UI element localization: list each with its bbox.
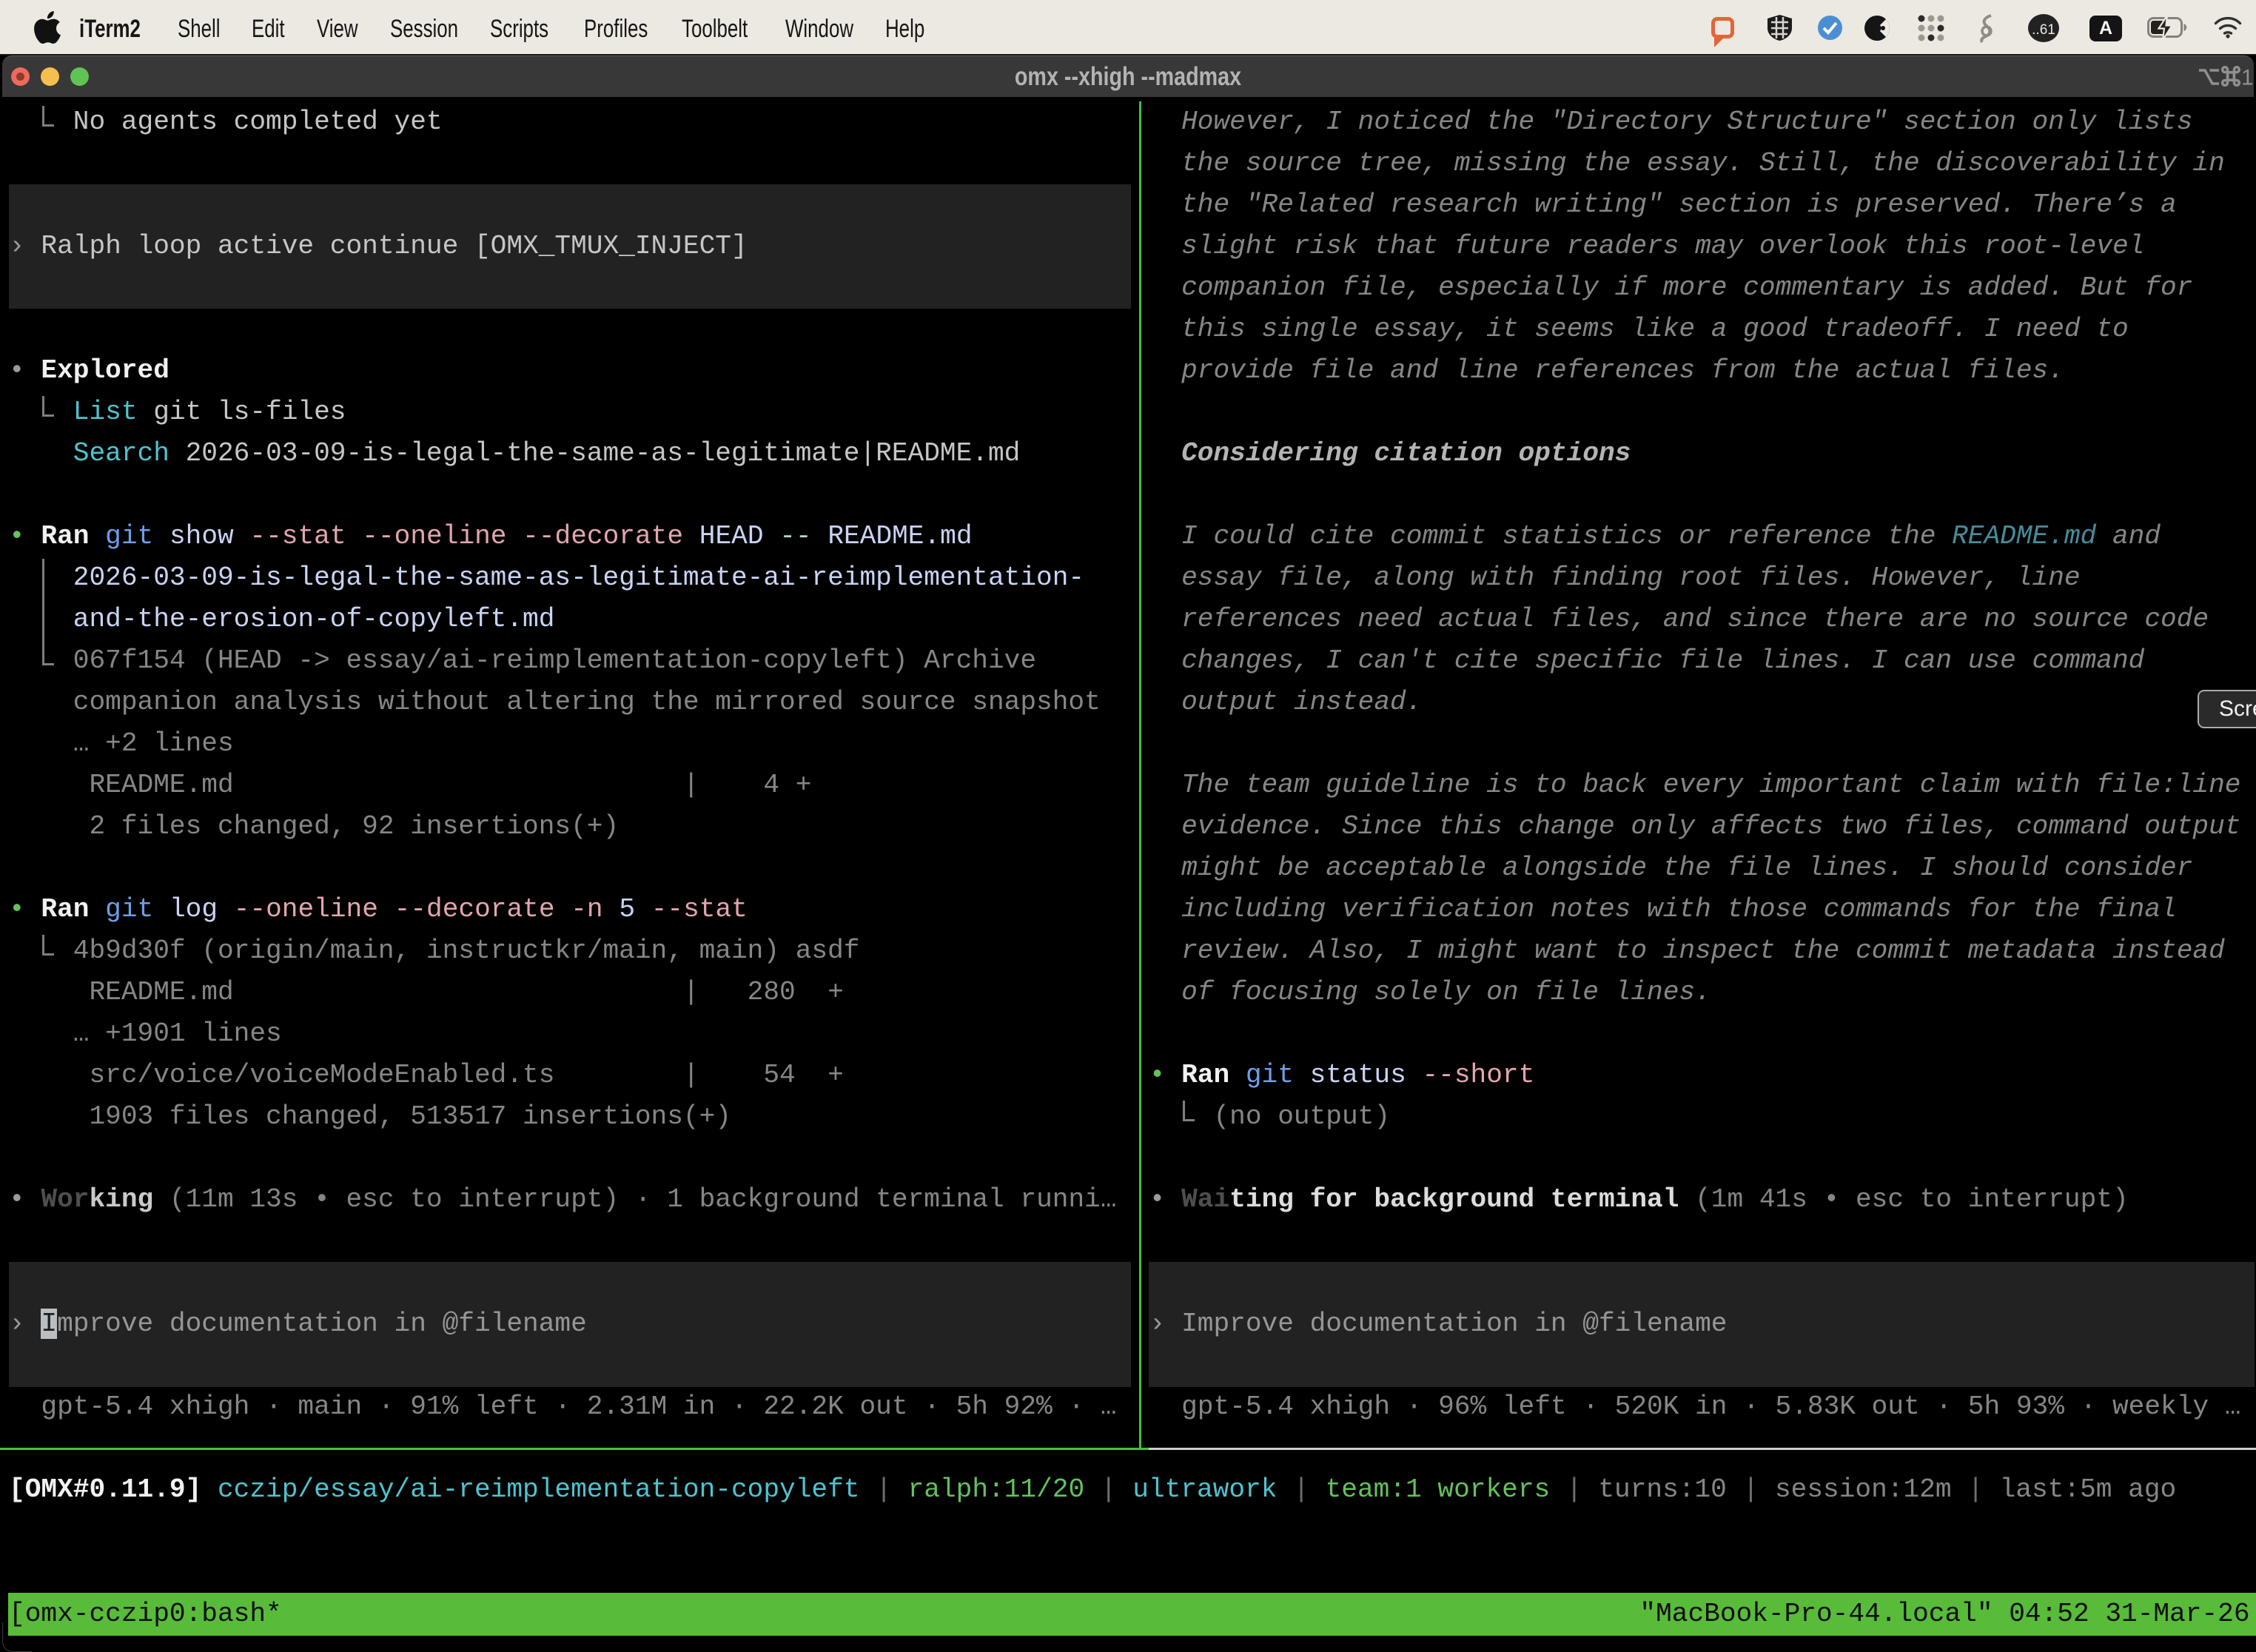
svg-text:1: 1 (2241, 66, 2253, 88)
